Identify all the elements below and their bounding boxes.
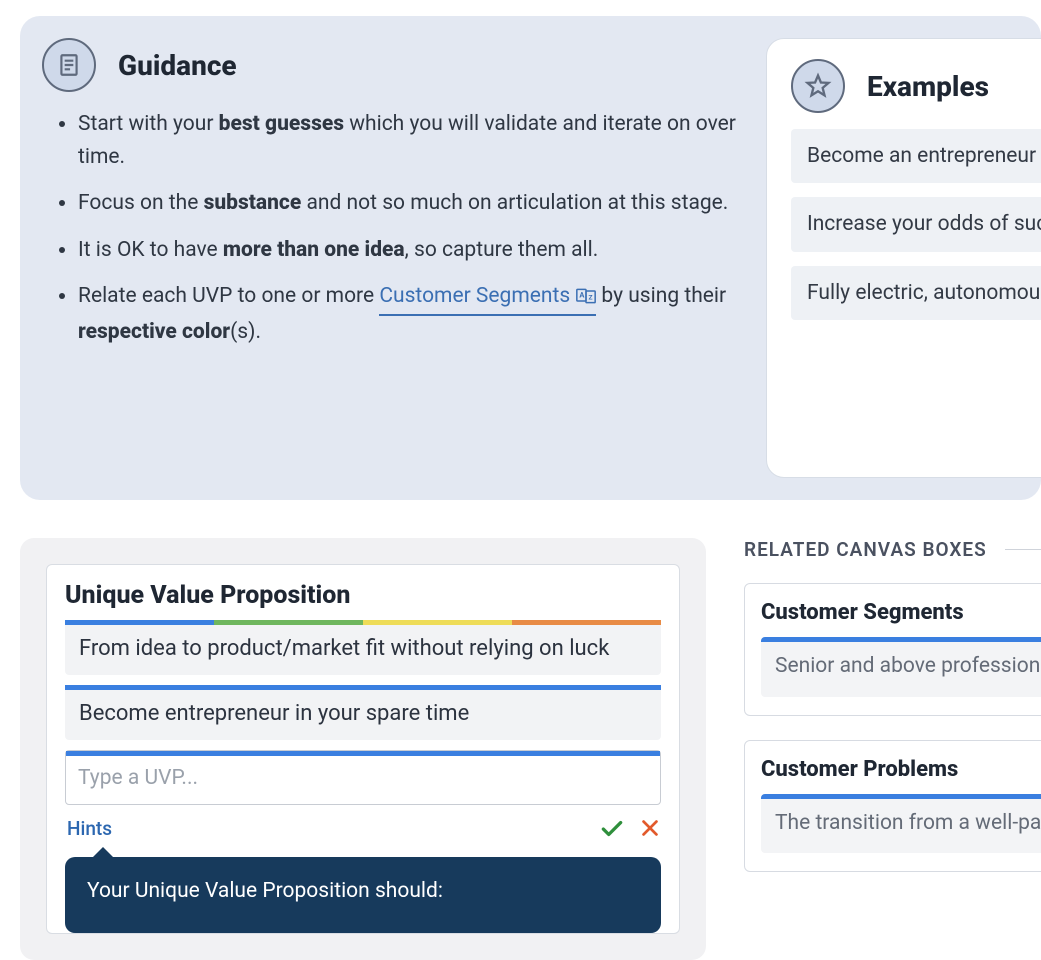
confirm-icon[interactable] [599,815,625,841]
star-icon [791,59,845,113]
lower-area: Unique Value Proposition From idea to pr… [20,538,1041,960]
guidance-column: Guidance Start with your best guesses wh… [42,38,742,478]
uvp-input-wrap[interactable] [65,750,661,805]
text: It is OK to have [78,238,223,262]
guidance-header: Guidance [42,38,742,92]
guidance-item: Focus on the substance and not so much o… [78,187,742,220]
svg-text:A: A [580,291,586,300]
hints-row: Hints [67,815,661,841]
color-stripe [65,685,661,690]
related-item-text: The transition from a well-paid corporat… [775,811,1041,835]
example-item[interactable]: Increase your odds of success with a str… [791,197,1041,251]
text: by using their [601,284,726,308]
guidance-item: Relate each UVP to one or more Customer … [78,280,742,348]
example-item[interactable]: Become an entrepreneur in your spare tim… [791,129,1041,183]
hints-tooltip: Your Unique Value Proposition should: [65,857,661,933]
uvp-item-text: Become entrepreneur in your spare time [79,701,469,726]
uvp-title: Unique Value Proposition [65,581,661,610]
translate-icon: A Z [576,288,596,304]
guidance-list: Start with your best guesses which you w… [42,108,742,348]
text: , so capture them all. [405,238,599,262]
text: Focus on the [78,191,204,215]
color-stripe [761,794,1041,799]
guidance-item: Start with your best guesses which you w… [78,108,742,173]
emphasis: substance [204,191,302,215]
related-item[interactable]: Senior and above professionals that are … [761,637,1041,697]
examples-card: Examples Become an entrepreneur in your … [766,38,1041,478]
cancel-icon[interactable] [639,817,661,839]
related-box-title: Customer Problems [761,757,1041,782]
related-item[interactable]: The transition from a well-paid corporat… [761,794,1041,854]
guidance-title: Guidance [118,49,237,82]
text: and not so much on articulation at this … [301,191,728,215]
customer-segments-link[interactable]: Customer Segments A Z [379,280,596,316]
related-box-customer-problems[interactable]: Customer Problems The transition from a … [744,740,1041,873]
svg-text:Z: Z [589,294,593,302]
related-box-title: Customer Segments [761,600,1041,625]
tooltip-text: Your Unique Value Proposition should: [87,879,443,903]
uvp-panel: Unique Value Proposition From idea to pr… [20,538,706,960]
color-stripe [761,637,1041,642]
uvp-card: Unique Value Proposition From idea to pr… [46,564,680,934]
guidance-item: It is OK to have more than one idea, so … [78,234,742,267]
emphasis: more than one idea [223,238,405,262]
color-stripe [66,751,660,756]
examples-column: Examples Become an entrepreneur in your … [766,38,1041,478]
emphasis: respective color [78,320,230,344]
examples-title: Examples [867,70,989,103]
uvp-item[interactable]: Become entrepreneur in your spare time [65,685,661,740]
uvp-input[interactable] [78,766,648,790]
text: Relate each UVP to one or more [78,284,379,308]
emphasis: best guesses [219,112,344,136]
related-header: RELATED CANVAS BOXES [744,538,1041,561]
divider [1005,549,1041,550]
related-item-text: Senior and above professionals that are … [775,654,1041,678]
guidance-banner: Guidance Start with your best guesses wh… [20,16,1041,500]
related-box-customer-segments[interactable]: Customer Segments Senior and above profe… [744,583,1041,716]
related-title: RELATED CANVAS BOXES [744,538,987,561]
examples-header: Examples [791,59,1041,113]
example-item[interactable]: Fully electric, autonomous cars that gai… [791,266,1041,320]
related-column: RELATED CANVAS BOXES Customer Segments S… [744,538,1041,960]
document-icon [42,38,96,92]
color-stripe [65,620,661,625]
uvp-item-text: From idea to product/market fit without … [79,636,609,661]
text: (s). [230,320,261,344]
hints-link[interactable]: Hints [67,817,112,840]
text: Start with your [78,112,219,136]
link-text: Customer Segments [379,280,570,313]
uvp-item[interactable]: From idea to product/market fit without … [65,620,661,675]
